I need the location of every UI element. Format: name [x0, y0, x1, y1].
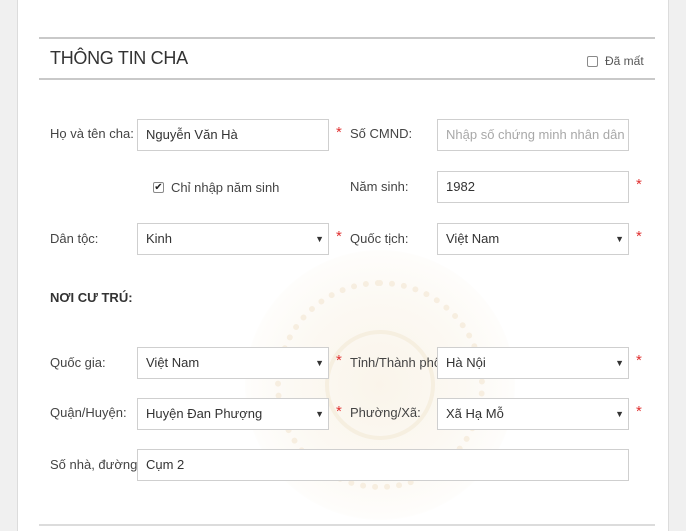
province-select[interactable]: Hà Nội ▼: [437, 347, 629, 379]
required-mark: *: [636, 228, 642, 245]
nationality-value: Việt Nam: [446, 231, 500, 246]
chevron-down-icon[interactable]: ▼: [315, 399, 324, 429]
year-only-checkbox[interactable]: ✔ Chỉ nhập năm sinh: [153, 180, 279, 195]
province-value: Hà Nội: [446, 355, 486, 370]
required-mark: *: [636, 403, 642, 420]
residence-heading: NƠI CƯ TRÚ:: [50, 290, 133, 305]
checkbox-icon[interactable]: [587, 55, 598, 67]
country-value: Việt Nam: [146, 355, 200, 370]
father-name-input[interactable]: Nguyễn Văn Hà: [137, 119, 329, 151]
chevron-down-icon[interactable]: ▼: [315, 224, 324, 254]
country-select[interactable]: Việt Nam ▼: [137, 347, 329, 379]
required-mark: *: [336, 228, 342, 245]
chevron-down-icon[interactable]: ▼: [315, 348, 324, 378]
check-icon[interactable]: ✔: [153, 182, 164, 193]
district-value: Huyện Đan Phượng: [146, 406, 263, 421]
ethnicity-label: Dân tộc:: [50, 231, 99, 246]
district-select[interactable]: Huyện Đan Phượng ▼: [137, 398, 329, 430]
required-mark: *: [636, 352, 642, 369]
deceased-checkbox[interactable]: Đã mất: [587, 54, 644, 68]
id-number-input[interactable]: Nhập số chứng minh nhân dân: [437, 119, 629, 151]
birth-year-input[interactable]: 1982: [437, 171, 629, 203]
chevron-down-icon[interactable]: ▼: [615, 399, 624, 429]
street-label: Số nhà, đường:: [50, 457, 141, 472]
province-label: Tỉnh/Thành phố:: [350, 355, 445, 370]
chevron-down-icon[interactable]: ▼: [615, 348, 624, 378]
year-only-label: Chỉ nhập năm sinh: [171, 180, 280, 195]
id-number-label: Số CMND:: [350, 126, 413, 141]
header-top-rule: [39, 37, 655, 39]
father-name-label: Họ và tên cha:: [50, 126, 134, 141]
required-mark: *: [636, 176, 642, 193]
header-bottom-rule: [39, 78, 655, 80]
ward-select[interactable]: Xã Hạ Mỗ ▼: [437, 398, 629, 430]
ward-value: Xã Hạ Mỗ: [446, 406, 504, 421]
country-label: Quốc gia:: [50, 355, 106, 370]
deceased-label: Đã mất: [605, 54, 644, 68]
nationality-select[interactable]: Việt Nam ▼: [437, 223, 629, 255]
birth-year-label: Năm sinh:: [350, 179, 409, 194]
section-title: THÔNG TIN CHA: [50, 48, 188, 68]
required-mark: *: [336, 124, 342, 141]
required-mark: *: [336, 352, 342, 369]
bottom-rule: [39, 524, 655, 526]
chevron-down-icon[interactable]: ▼: [615, 224, 624, 254]
street-input[interactable]: Cụm 2: [137, 449, 629, 481]
ward-label: Phường/Xã:: [350, 405, 421, 420]
nationality-label: Quốc tịch:: [350, 231, 409, 246]
ethnicity-value: Kinh: [146, 231, 173, 246]
required-mark: *: [336, 403, 342, 420]
ethnicity-select[interactable]: Kinh ▼: [137, 223, 329, 255]
district-label: Quận/Huyện:: [50, 405, 127, 420]
